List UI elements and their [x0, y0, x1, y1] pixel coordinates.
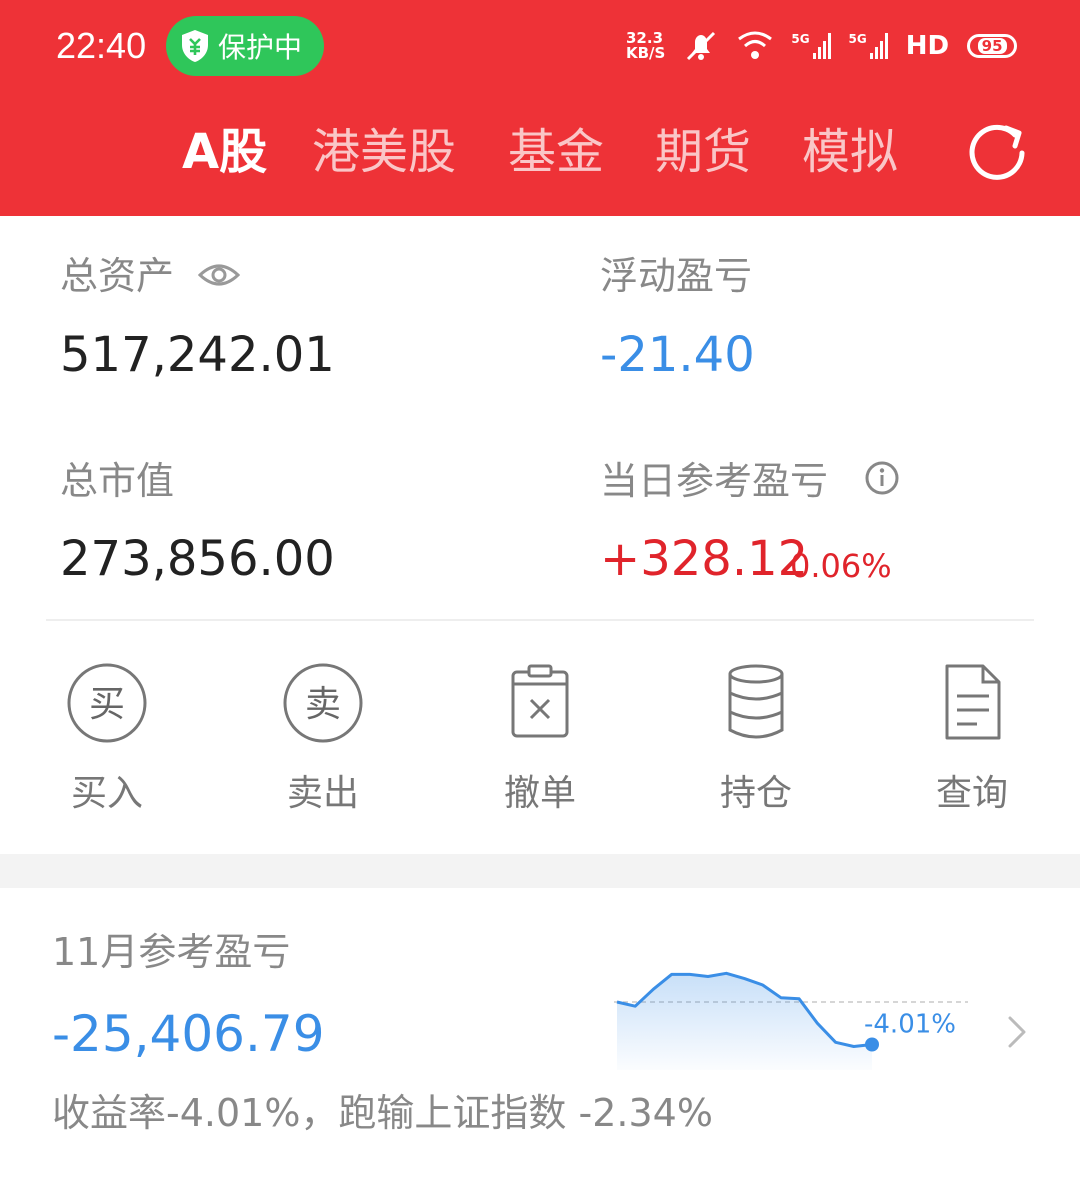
- holdings-icon: [728, 664, 784, 739]
- battery-level: 95: [977, 38, 1007, 54]
- tab-a-shares[interactable]: A股: [182, 120, 267, 184]
- divider: [46, 619, 1034, 621]
- sell-icon: 卖: [283, 663, 363, 743]
- daily-pl-percent: 0.06%: [790, 547, 892, 585]
- signal-bars-icon: [812, 33, 831, 59]
- info-icon[interactable]: [864, 460, 900, 496]
- svg-text:卖: 卖: [305, 684, 341, 725]
- holdings-label: 持仓: [719, 773, 792, 814]
- sparkline-end-label: -4.01%: [864, 1009, 956, 1039]
- refresh-icon[interactable]: [966, 120, 1028, 182]
- tab-futures[interactable]: 期货: [655, 120, 751, 184]
- cancel-order-icon: [511, 664, 569, 738]
- cancel-order-button[interactable]: 撤单: [460, 660, 620, 820]
- market-value-label: 总市值: [60, 459, 175, 503]
- status-time: 22:40: [56, 25, 147, 66]
- section-gap: [0, 854, 1080, 888]
- query-button[interactable]: 查询: [892, 660, 1052, 820]
- signal-2: 5G: [849, 33, 888, 59]
- sparkline-end-dot: [865, 1037, 879, 1052]
- sell-button[interactable]: 卖 卖出: [243, 660, 403, 820]
- svg-text:买: 买: [89, 684, 125, 725]
- monthly-pl-label: 11月参考盈亏: [52, 930, 291, 974]
- net-speed: 32.3 KB/S: [626, 29, 666, 62]
- cancel-order-label: 撤单: [503, 773, 576, 814]
- wifi-icon: [738, 31, 773, 59]
- floating-pl-value: -21.40: [600, 327, 755, 383]
- hd-indicator: HD: [905, 31, 950, 61]
- mute-bell-icon: [687, 31, 716, 61]
- market-tabs: A股 港美股 基金 期货 模拟: [0, 120, 1080, 184]
- battery-icon: 95: [967, 34, 1018, 58]
- tab-simulation[interactable]: 模拟: [802, 120, 898, 184]
- app-header: 22:40 保护中 32.3 KB/S 5G 5G HD 95 A股 港美股 基…: [0, 0, 1080, 216]
- eye-icon[interactable]: [198, 260, 240, 290]
- total-assets-value: 517,242.01: [60, 327, 335, 383]
- tab-hk-us-stocks[interactable]: 港美股: [312, 120, 456, 184]
- tab-funds[interactable]: 基金: [508, 120, 604, 184]
- monthly-pl-value: -25,406.79: [52, 1005, 325, 1063]
- query-icon: [945, 664, 1001, 740]
- protect-badge[interactable]: 保护中: [166, 16, 324, 76]
- protect-label: 保护中: [218, 31, 303, 64]
- holdings-button[interactable]: 持仓: [676, 660, 836, 820]
- market-value-value: 273,856.00: [60, 531, 335, 587]
- sparkline-chart: -4.01%: [614, 971, 968, 1070]
- daily-pl-value: +328.12: [600, 531, 809, 587]
- chevron-right-icon[interactable]: [1002, 1012, 1032, 1052]
- floating-pl-label: 浮动盈亏: [600, 254, 753, 298]
- total-assets-label: 总资产: [60, 254, 175, 298]
- buy-button[interactable]: 买 买入: [27, 660, 187, 820]
- buy-icon: 买: [67, 663, 147, 743]
- query-label: 查询: [935, 773, 1008, 814]
- daily-pl-label: 当日参考盈亏: [600, 459, 829, 503]
- sell-label: 卖出: [286, 773, 359, 814]
- buy-label: 买入: [70, 773, 143, 814]
- monthly-return-summary: 收益率-4.01%，跑输上证指数 -2.34%: [52, 1091, 713, 1135]
- signal-bars-icon: [869, 33, 888, 59]
- signal-1: 5G: [791, 33, 831, 59]
- shield-icon: [182, 30, 208, 62]
- status-icons: 32.3 KB/S 5G 5G HD 95: [626, 24, 1018, 68]
